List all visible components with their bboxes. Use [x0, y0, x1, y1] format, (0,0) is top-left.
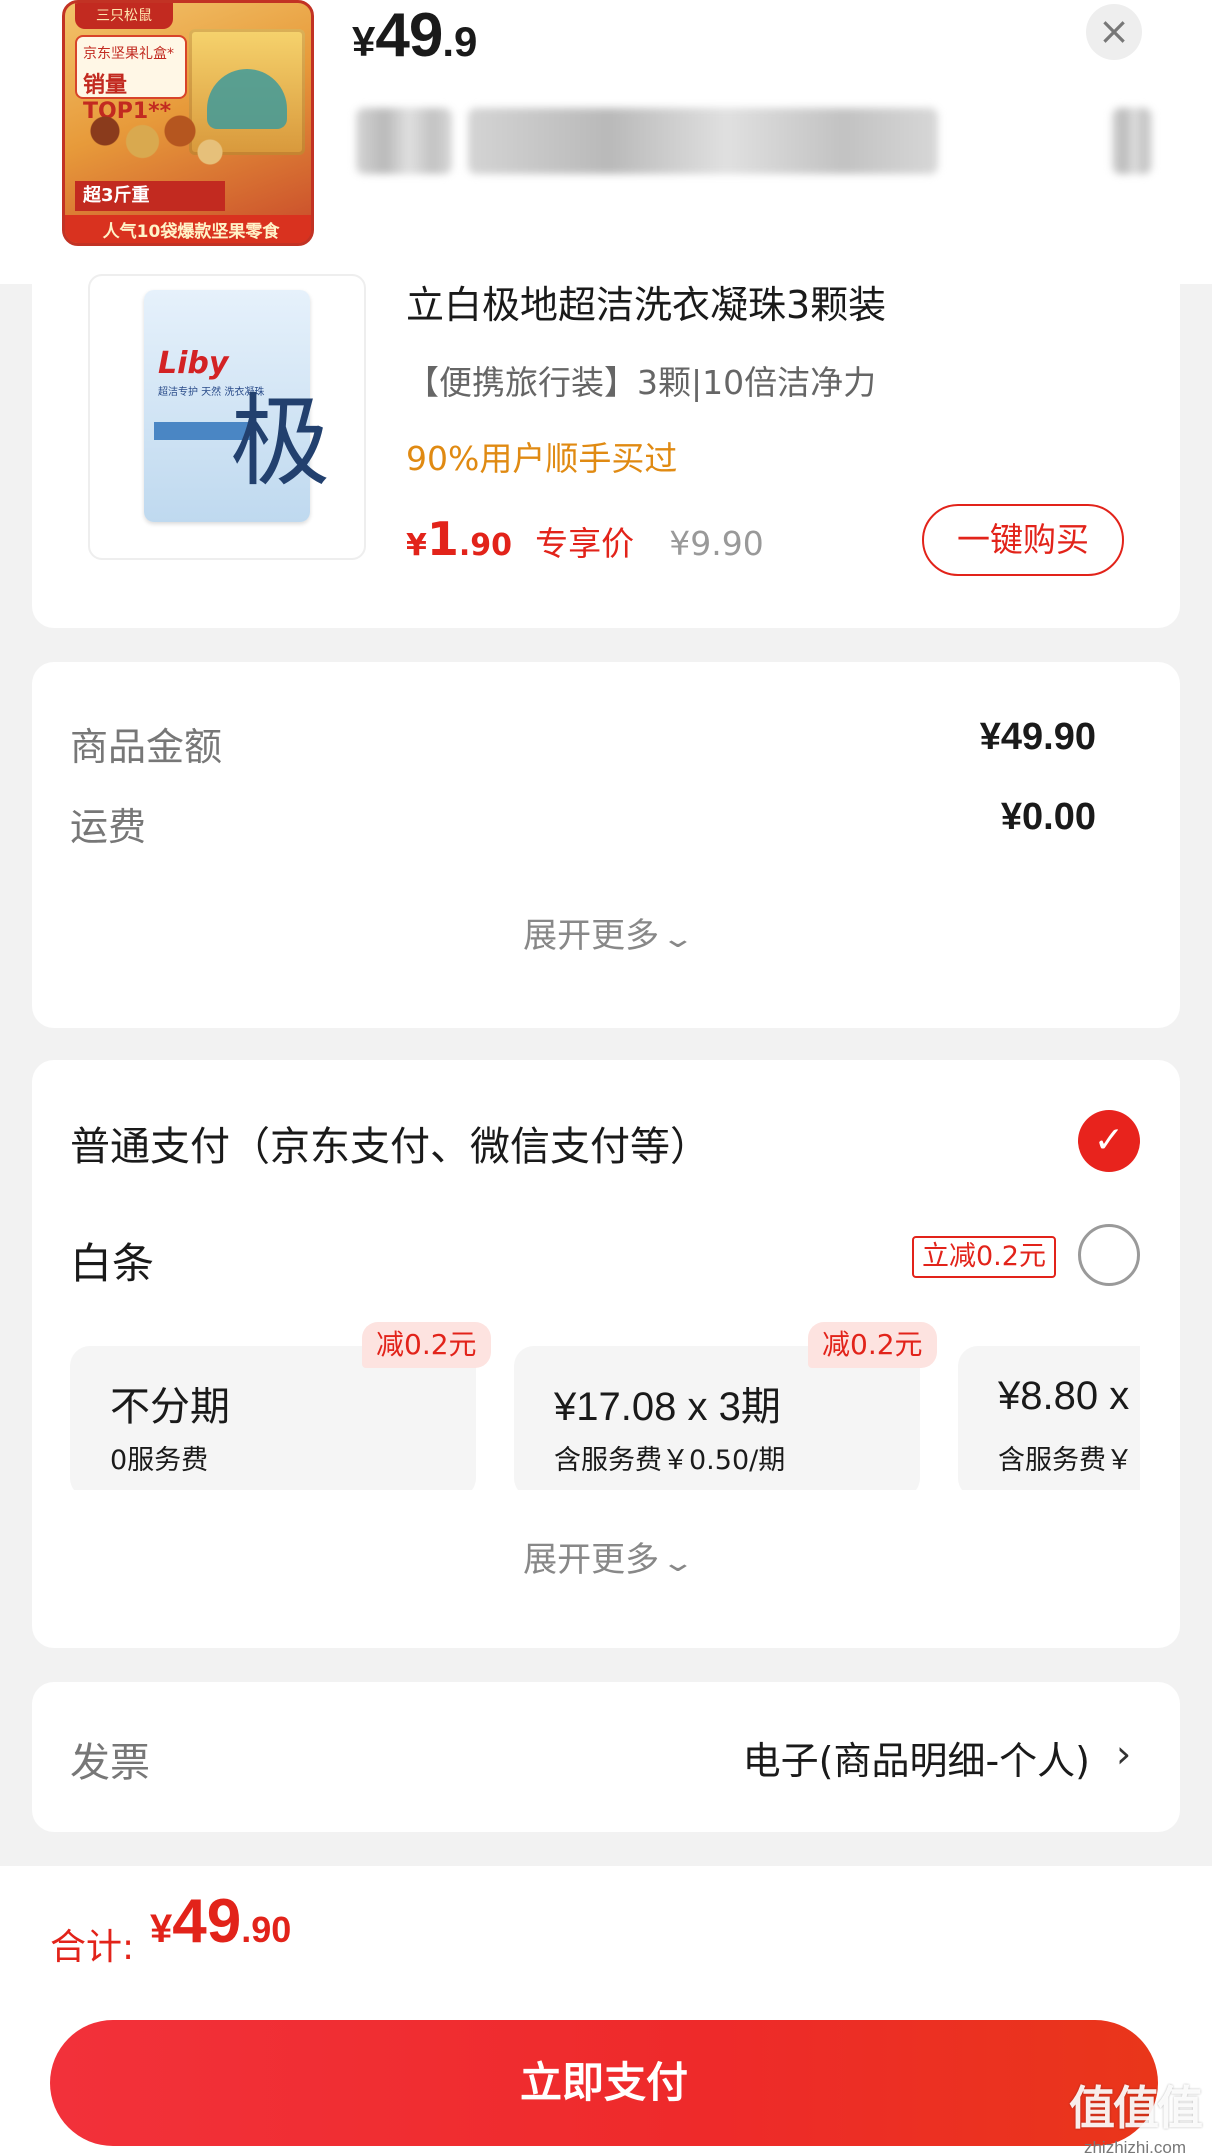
header-price-symbol: ¥: [352, 18, 376, 65]
plan-title: ¥17.08 x 3期: [554, 1385, 781, 1429]
invoice-card[interactable]: 发票 电子(商品明细-个人) ›: [32, 1682, 1180, 1832]
unselected-radio-icon[interactable]: [1078, 1224, 1140, 1286]
addon-price-symbol: ¥: [406, 528, 427, 563]
exclusive-price-tag: 专享价: [535, 524, 635, 563]
thumbnail-tag-line1: 京东坚果礼盒*: [83, 46, 174, 62]
chevron-down-icon: ⌄: [660, 1548, 696, 1578]
product-thumbnail: 三只松鼠 京东坚果礼盒* 销量TOP1** 超3斤重 人气10袋爆款坚果零食: [62, 0, 314, 246]
addon-product-subtitle: 【便携旅行装】3颗|10倍洁净力: [406, 363, 877, 402]
plan-title: 不分期: [110, 1384, 230, 1430]
thumbnail-bottom-banner: 人气10袋爆款坚果零食: [65, 215, 311, 243]
thumbnail-weight: 超3斤重: [75, 181, 225, 211]
watermark: 值值值 zhizhizhi.com: [1060, 2072, 1210, 2156]
addon-product-card: Liby 超洁专护 天然 洗衣凝珠 极 立白极地超洁洗衣凝珠3颗装 【便携旅行装…: [32, 274, 1180, 628]
shipping-label: 运费: [70, 805, 147, 849]
header-price-integer: 49: [375, 1, 443, 70]
plan-fee: 含服务费￥: [998, 1445, 1133, 1476]
header-price: ¥49.9: [352, 0, 477, 70]
total-decimal: .90: [241, 1909, 292, 1950]
shipping-value: ¥0.00: [1000, 796, 1096, 838]
installment-plan-6[interactable]: ¥8.80 x 含服务费￥: [958, 1346, 1140, 1490]
package-big-char: 极: [230, 383, 330, 500]
installment-plans: 不分期 0服务费 减0.2元 ¥17.08 x 3期 含服务费￥0.50/期 减…: [70, 1322, 1140, 1490]
baitiao-option[interactable]: 白条: [70, 1230, 154, 1291]
close-button[interactable]: ×: [1086, 4, 1142, 60]
payment-card: 普通支付（京东支付、微信支付等） ✓ 白条 立减0.2元 不分期 0服务费 减0…: [32, 1060, 1180, 1648]
thumbnail-brand: 三只松鼠: [75, 3, 173, 29]
normal-payment-option[interactable]: 普通支付（京东支付、微信支付等）: [70, 1114, 710, 1172]
product-header: 三只松鼠 京东坚果礼盒* 销量TOP1** 超3斤重 人气10袋爆款坚果零食 ¥…: [0, 0, 1212, 284]
plan-discount-badge: 减0.2元: [362, 1322, 491, 1368]
amounts-expand-more[interactable]: 展开更多⌄: [32, 908, 1180, 957]
selected-check-icon[interactable]: ✓: [1078, 1110, 1140, 1172]
close-icon: ×: [1098, 9, 1130, 53]
header-price-decimal: .9: [442, 18, 478, 65]
chevron-down-icon: ⌄: [660, 924, 696, 954]
total-integer: 49: [172, 1887, 242, 1956]
expand-more-label: 展开更多: [523, 1540, 660, 1580]
total-symbol: ¥: [150, 1907, 173, 1951]
baitiao-discount-tag: 立减0.2元: [912, 1236, 1056, 1278]
total-amount: ¥49.90: [150, 1886, 291, 1957]
watermark-logo: 值值值: [1069, 2081, 1203, 2135]
plan-title: ¥8.80 x: [998, 1374, 1130, 1418]
plan-fee: 含服务费￥0.50/期: [554, 1445, 786, 1476]
expand-more-label: 展开更多: [523, 916, 660, 956]
liby-logo: Liby: [158, 346, 229, 381]
total-label: 合计:: [50, 1927, 135, 1968]
watermark-url: zhizhizhi.com: [1083, 2138, 1187, 2156]
goods-amount-value: ¥49.90: [979, 716, 1096, 758]
plan-fee: 0服务费: [110, 1445, 209, 1476]
total-bar: 合计: ¥49.90: [0, 1866, 1212, 2004]
invoice-value: 电子(商品明细-个人): [742, 1739, 1090, 1783]
thumbnail-sales-tag: 京东坚果礼盒* 销量TOP1**: [75, 35, 187, 124]
original-price: ¥9.90: [669, 524, 764, 563]
one-click-buy-button[interactable]: 一键购买: [922, 504, 1124, 576]
chevron-right-icon: ›: [1116, 1732, 1132, 1776]
liby-package: Liby 超洁专护 天然 洗衣凝珠 极: [144, 290, 330, 522]
pay-now-button[interactable]: 立即支付: [50, 2020, 1158, 2146]
goods-amount-label: 商品金额: [70, 725, 223, 769]
invoice-label: 发票: [70, 1740, 150, 1786]
amounts-card: 商品金额 ¥49.90 运费 ¥0.00 展开更多⌄: [32, 662, 1180, 1028]
payment-expand-more[interactable]: 展开更多⌄: [32, 1532, 1180, 1581]
addon-price-decimal: .90: [458, 528, 513, 563]
plan-discount-badge: 减0.2元: [808, 1322, 937, 1368]
addon-price-row: ¥1.90 专享价 ¥9.90: [406, 512, 764, 572]
pay-bar: 立即支付: [0, 2004, 1212, 2156]
addon-bought-hint: 90%用户顺手买过: [406, 439, 678, 478]
thumbnail-nuts: [75, 103, 225, 173]
addon-product-image[interactable]: Liby 超洁专护 天然 洗衣凝珠 极: [88, 274, 366, 560]
addon-product-title[interactable]: 立白极地超洁洗衣凝珠3颗装: [406, 274, 886, 329]
blurred-address: [352, 108, 1152, 174]
addon-price-integer: 1: [426, 512, 459, 566]
